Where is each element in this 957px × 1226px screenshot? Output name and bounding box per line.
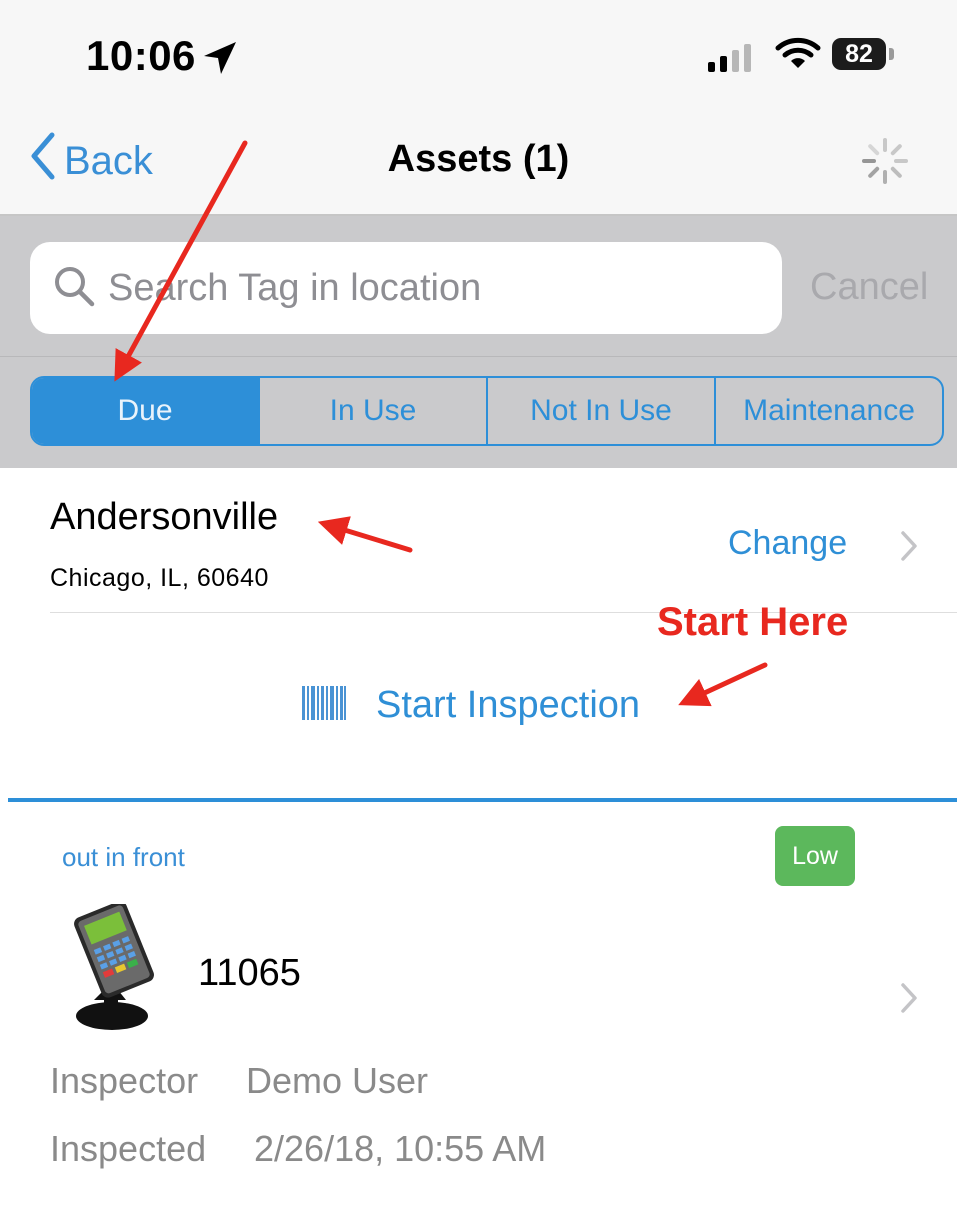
inspector-label: Inspector xyxy=(50,1060,199,1101)
barcode-icon xyxy=(302,686,346,725)
tab-due[interactable]: Due xyxy=(32,378,260,444)
asset-location-note: out in front xyxy=(62,842,185,872)
inspected-value: 2/26/18, 10:55 AM xyxy=(254,1128,547,1169)
back-label: Back xyxy=(64,138,153,183)
location-arrow-icon xyxy=(200,38,240,83)
navigation-bar: Assets (1) Back xyxy=(0,110,957,216)
search-box[interactable] xyxy=(30,242,782,334)
change-location-link[interactable]: Change xyxy=(728,524,847,563)
battery-level: 82 xyxy=(845,39,873,68)
location-row[interactable]: Andersonville Chicago, IL, 60640 Change xyxy=(0,468,957,614)
chevron-right-icon xyxy=(900,530,918,567)
tab-not-in-use[interactable]: Not In Use xyxy=(488,378,716,444)
status-time: 10:06 xyxy=(86,32,196,79)
search-input[interactable] xyxy=(108,266,728,310)
battery-icon: 82 xyxy=(832,38,886,70)
chevron-left-icon xyxy=(30,132,56,190)
divider xyxy=(0,356,957,357)
priority-badge: Low xyxy=(775,826,855,886)
wifi-icon xyxy=(775,36,821,75)
battery-tip xyxy=(889,48,894,60)
search-icon xyxy=(52,264,96,313)
start-inspection-button[interactable]: Start Inspection xyxy=(302,684,640,727)
tab-maintenance[interactable]: Maintenance xyxy=(716,378,942,444)
status-bar: 10:06 82 xyxy=(0,0,957,110)
back-button[interactable]: Back xyxy=(30,132,153,190)
search-area: Cancel Due In Use Not In Use Maintenance xyxy=(0,216,957,468)
card-terminal-icon xyxy=(64,901,164,1039)
location-address: Chicago, IL, 60640 xyxy=(50,564,269,592)
loading-spinner-icon xyxy=(860,136,910,191)
asset-list-item[interactable]: out in front Low 11065 Inspector Demo Us… xyxy=(0,802,957,1226)
location-name: Andersonville xyxy=(50,496,279,538)
start-here-annotation: Start Here xyxy=(657,600,849,644)
status-filter-tabs: Due In Use Not In Use Maintenance xyxy=(30,376,944,446)
inspector-value: Demo User xyxy=(246,1060,429,1101)
tab-in-use[interactable]: In Use xyxy=(260,378,488,444)
inspected-label: Inspected xyxy=(50,1128,207,1169)
cellular-signal-icon xyxy=(708,44,751,72)
asset-tag-number: 11065 xyxy=(198,952,301,994)
arrow-to-start-inspection xyxy=(678,662,768,707)
chevron-right-icon xyxy=(900,982,918,1019)
start-inspection-label: Start Inspection xyxy=(376,684,641,726)
cancel-button[interactable]: Cancel xyxy=(810,266,928,309)
